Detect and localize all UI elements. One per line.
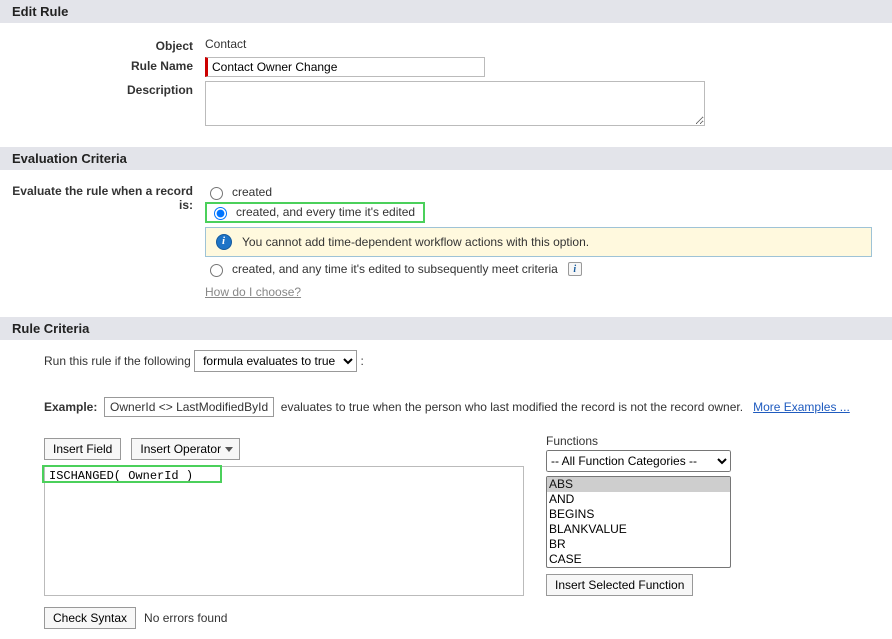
rule-name-input[interactable]: [205, 57, 485, 77]
syntax-message: No errors found: [144, 611, 227, 625]
radio-created-meet[interactable]: [210, 264, 223, 277]
radio-created[interactable]: [210, 187, 223, 200]
check-syntax-button[interactable]: Check Syntax: [44, 607, 136, 629]
example-label: Example:: [44, 400, 97, 414]
description-label: Description: [0, 81, 205, 129]
info-icon: [216, 234, 232, 250]
object-label: Object: [0, 37, 205, 53]
rule-name-label: Rule Name: [0, 57, 205, 77]
evaluate-label: Evaluate the rule when a record is:: [0, 182, 205, 299]
function-category-select[interactable]: -- All Function Categories --: [546, 450, 731, 472]
example-tail: evaluates to true when the person who la…: [281, 400, 743, 414]
radio-created-edited-label: created, and every time it's edited: [236, 205, 415, 219]
radio-created-edited[interactable]: [214, 207, 227, 220]
insert-field-button[interactable]: Insert Field: [44, 438, 121, 460]
edit-rule-header: Edit Rule: [0, 0, 892, 23]
run-rule-select[interactable]: formula evaluates to true: [194, 350, 357, 372]
run-rule-text: Run this rule if the following: [44, 354, 191, 368]
example-box: OwnerId <> LastModifiedById: [104, 397, 274, 417]
more-examples-link[interactable]: More Examples ...: [753, 400, 850, 414]
how-choose-link[interactable]: How do I choose?: [205, 285, 301, 299]
radio-created-meet-label: created, and any time it's edited to sub…: [232, 262, 558, 276]
run-rule-colon: :: [360, 354, 363, 368]
info-banner: You cannot add time-dependent workflow a…: [205, 227, 872, 257]
insert-selected-function-button[interactable]: Insert Selected Function: [546, 574, 693, 596]
description-textarea[interactable]: [205, 81, 705, 126]
radio-created-label: created: [232, 185, 272, 199]
criteria-header: Rule Criteria: [0, 317, 892, 340]
evaluation-header: Evaluation Criteria: [0, 147, 892, 170]
functions-label: Functions: [546, 434, 880, 448]
function-list[interactable]: ABS AND BEGINS BLANKVALUE BR CASE: [546, 476, 731, 568]
info-banner-text: You cannot add time-dependent workflow a…: [242, 235, 589, 249]
help-icon[interactable]: i: [568, 262, 582, 276]
insert-operator-button[interactable]: Insert Operator: [131, 438, 240, 460]
object-value: Contact: [205, 37, 892, 53]
formula-textarea[interactable]: ISCHANGED( OwnerId ): [44, 466, 524, 596]
